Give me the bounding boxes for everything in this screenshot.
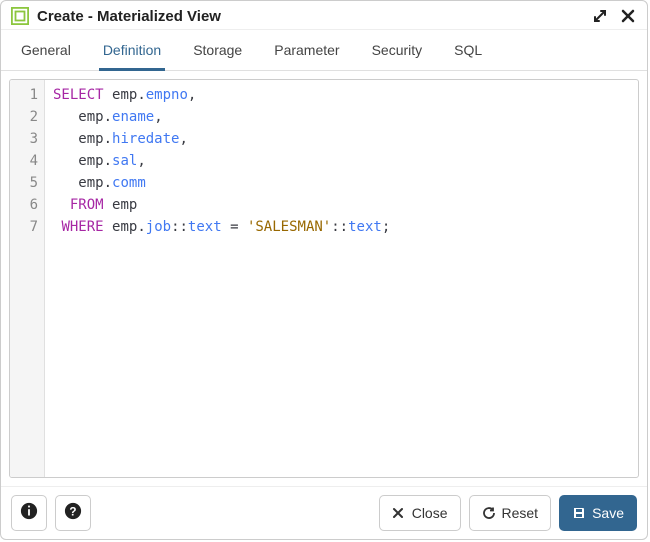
close-button[interactable]: Close [379,495,461,531]
svg-text:?: ? [69,505,76,518]
expand-icon[interactable] [593,9,607,23]
tab-general[interactable]: General [17,38,75,70]
tab-storage[interactable]: Storage [189,38,246,70]
footer: ? Close Reset [1,486,647,539]
code-line[interactable]: emp.hiredate, [53,128,630,150]
title-controls [593,9,637,23]
code-line[interactable]: emp.ename, [53,106,630,128]
editor-gutter: 1234567 [10,80,45,477]
save-button-label: Save [592,505,624,521]
dialog-create-materialized-view: Create - Materialized View General Defini… [0,0,648,540]
tab-sql[interactable]: SQL [450,38,486,70]
titlebar: Create - Materialized View [1,1,647,30]
close-x-icon [392,506,406,520]
help-button[interactable]: ? [55,495,91,531]
dialog-title: Create - Materialized View [37,8,593,25]
save-icon [572,506,586,520]
tab-security[interactable]: Security [368,38,427,70]
question-icon: ? [64,502,82,525]
sql-editor[interactable]: 1234567 SELECT emp.empno, emp.ename, emp… [9,79,639,478]
info-icon [20,502,38,525]
info-button[interactable] [11,495,47,531]
close-button-label: Close [412,505,448,521]
tab-definition[interactable]: Definition [99,38,165,71]
app-logo-icon [11,7,29,25]
tabbar: General Definition Storage Parameter Securit… [1,30,647,71]
code-line[interactable]: emp.sal, [53,150,630,172]
code-line[interactable]: emp.comm [53,172,630,194]
reset-button-label: Reset [502,505,539,521]
code-line[interactable]: WHERE emp.job::text = 'SALESMAN'::text; [53,216,630,238]
code-line[interactable]: FROM emp [53,194,630,216]
save-button[interactable]: Save [559,495,637,531]
reset-button[interactable]: Reset [469,495,552,531]
close-icon[interactable] [621,9,635,23]
editor-code[interactable]: SELECT emp.empno, emp.ename, emp.hiredat… [45,80,638,477]
reset-icon [482,506,496,520]
code-line[interactable]: SELECT emp.empno, [53,84,630,106]
tab-parameter[interactable]: Parameter [270,38,343,70]
